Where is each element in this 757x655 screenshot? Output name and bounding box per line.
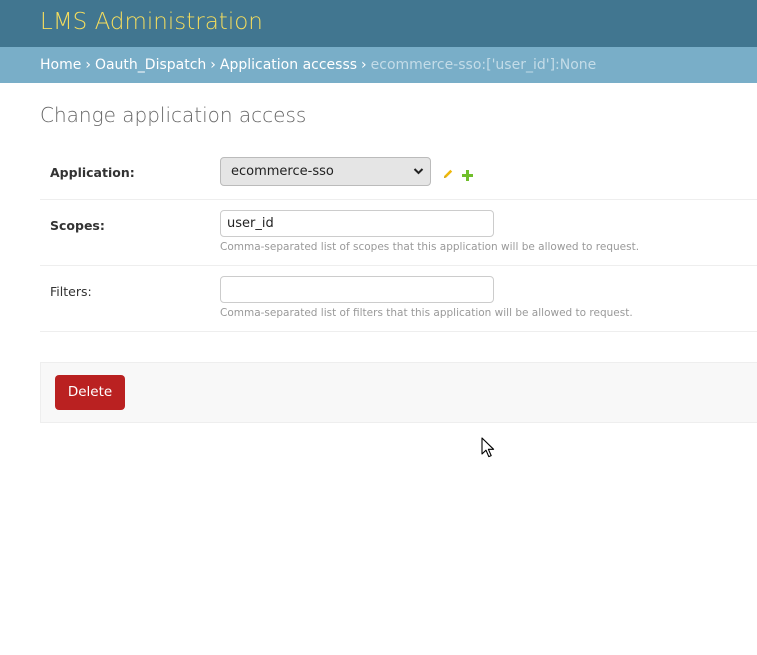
pencil-icon[interactable] <box>442 165 454 178</box>
filters-row: Filters: Comma-separated list of filters… <box>40 266 757 332</box>
chevron-down-icon <box>413 158 424 195</box>
scopes-label: Scopes: <box>50 218 105 233</box>
application-select[interactable]: ecommerce-sso <box>220 157 431 186</box>
application-selected-value: ecommerce-sso <box>231 164 334 179</box>
delete-button[interactable]: Delete <box>55 375 125 410</box>
breadcrumb-oauth-dispatch[interactable]: Oauth_Dispatch <box>95 57 206 73</box>
site-name[interactable]: LMS Administration <box>40 9 263 35</box>
scopes-help-text: Comma-separated list of scopes that this… <box>220 241 640 253</box>
application-row: Application: ecommerce-sso <box>40 147 757 200</box>
scopes-row: Scopes: user_id Comma-separated list of … <box>40 200 757 266</box>
scopes-input[interactable]: user_id <box>220 210 494 237</box>
application-label: Application: <box>50 165 135 180</box>
plus-icon[interactable] <box>462 166 473 181</box>
filters-label: Filters: <box>50 284 92 299</box>
mouse-cursor-icon <box>481 437 495 458</box>
submit-row: Delete <box>40 362 757 423</box>
breadcrumb: Home › Oauth_Dispatch › Application accesss ›… <box>0 47 757 83</box>
site-header: LMS Administration <box>0 0 757 47</box>
breadcrumb-separator: › <box>85 57 91 73</box>
breadcrumb-separator: › <box>210 57 216 73</box>
filters-input[interactable] <box>220 276 494 303</box>
breadcrumb-application-accesss[interactable]: Application accesss <box>220 57 357 73</box>
breadcrumb-current: ecommerce-sso:['user_id']:None <box>370 57 597 73</box>
breadcrumb-home[interactable]: Home <box>40 57 81 73</box>
page-title: Change application access <box>40 103 307 127</box>
filters-help-text: Comma-separated list of filters that thi… <box>220 307 633 319</box>
breadcrumb-separator: › <box>361 57 367 73</box>
